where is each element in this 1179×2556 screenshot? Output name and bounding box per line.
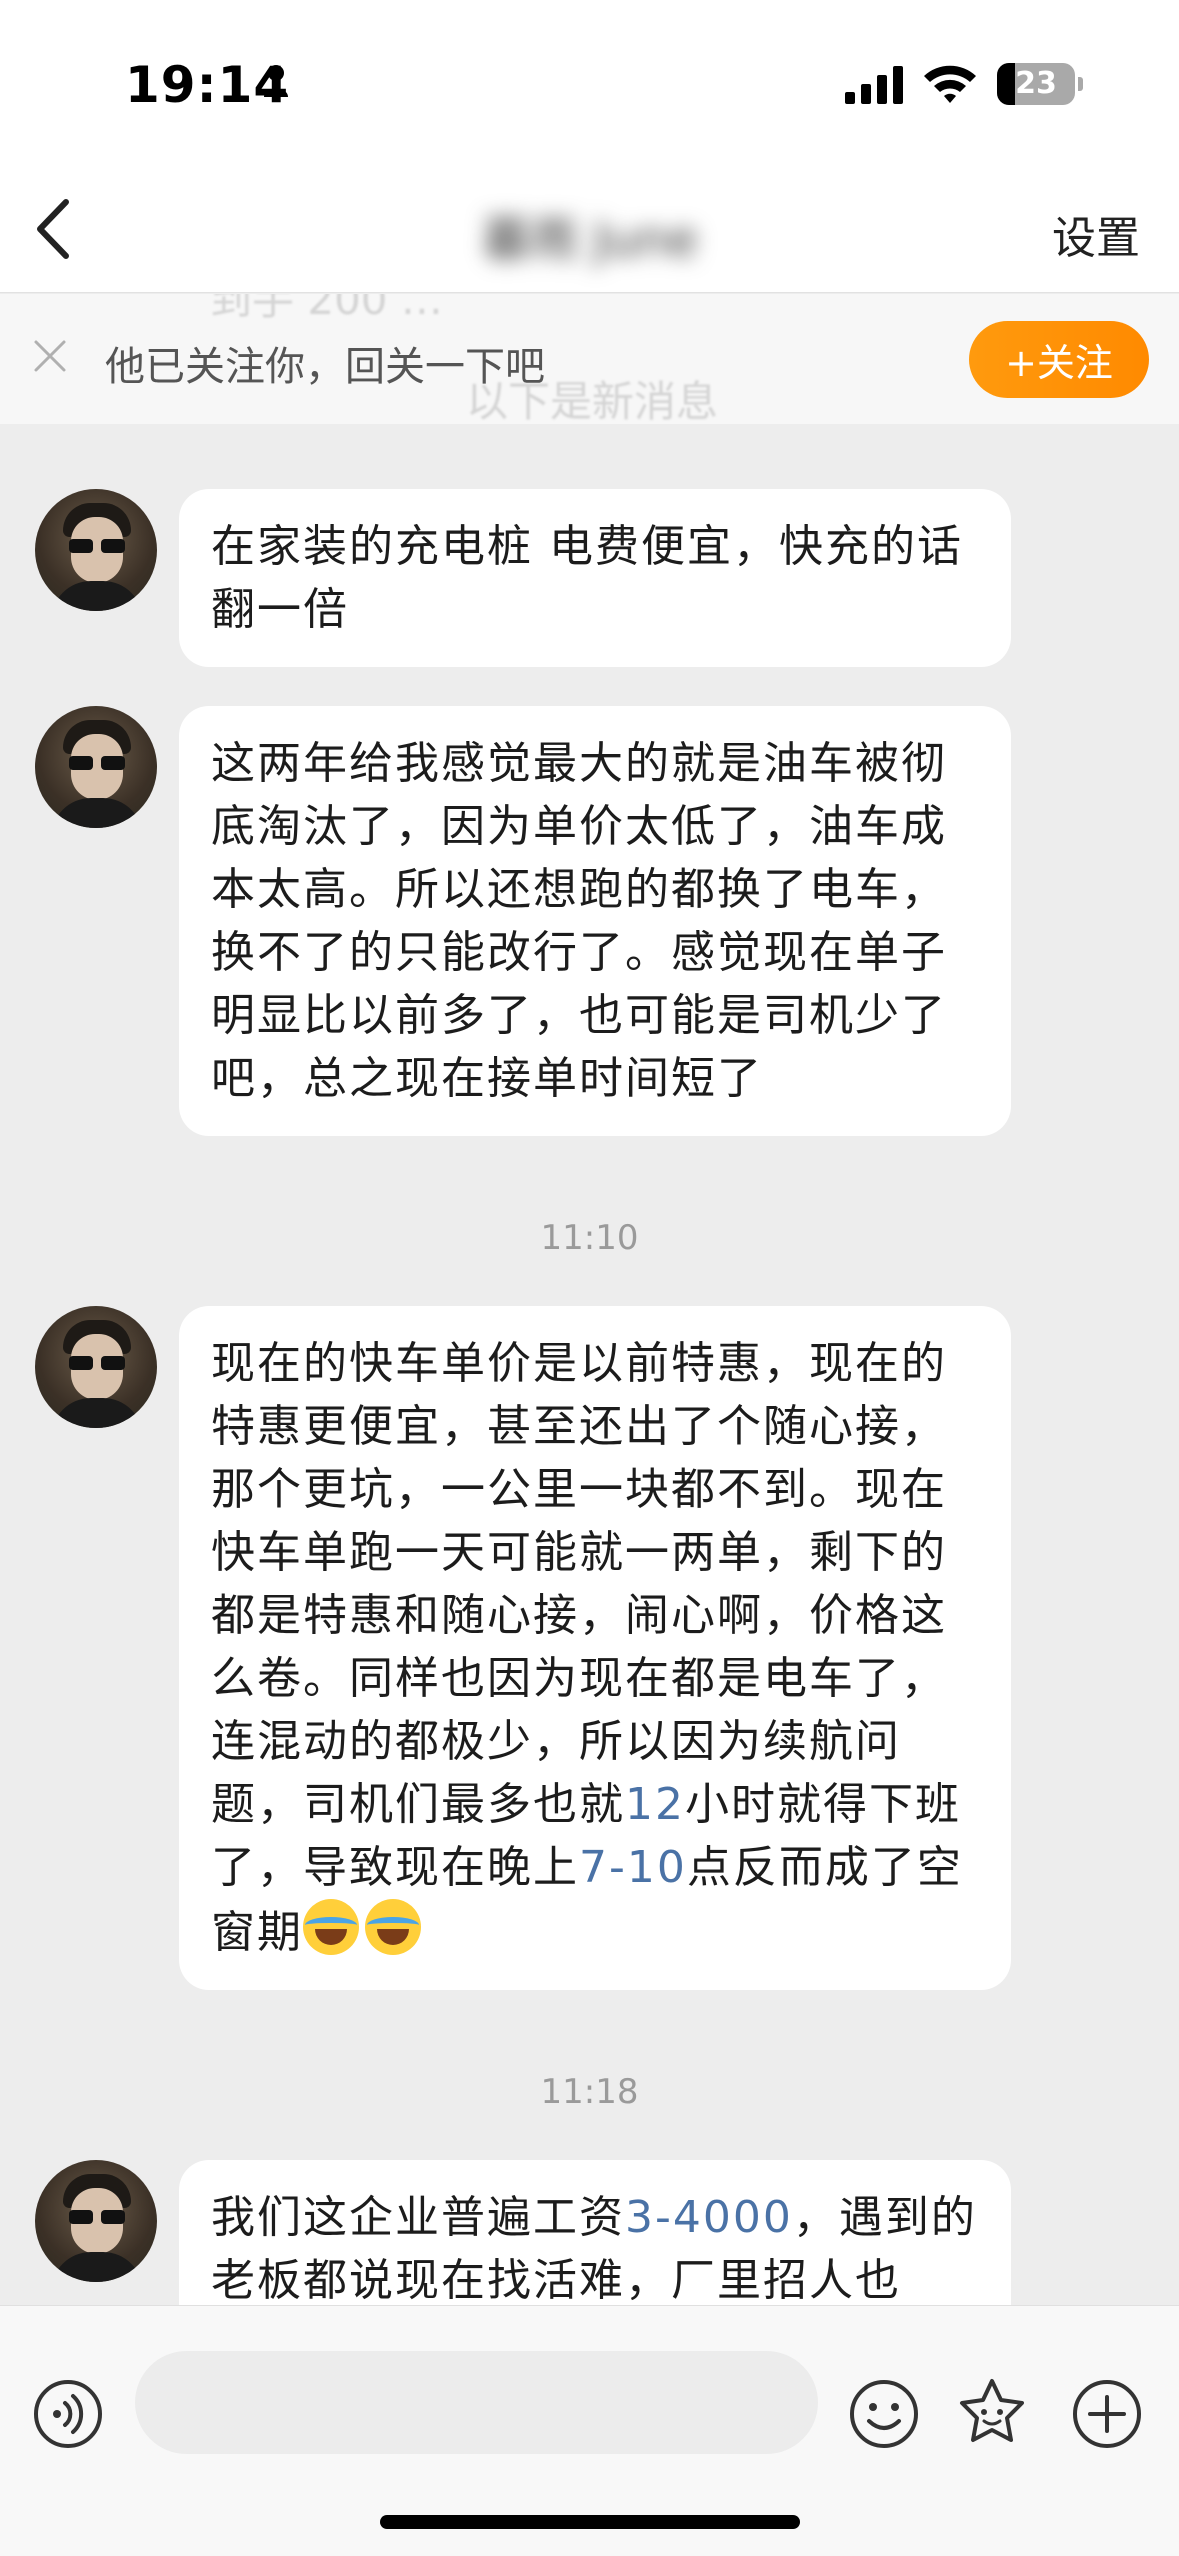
number-link[interactable]: 3-4000 — [625, 2192, 793, 2243]
sticker-icon[interactable] — [955, 2376, 1029, 2450]
follow-prompt-text: 他已关注你，回关一下吧 — [105, 344, 545, 390]
message-bubble[interactable]: 在家装的充电桩 电费便宜，快充的话翻一倍 — [179, 489, 1011, 667]
avatar[interactable] — [35, 1306, 157, 1428]
crying-laughing-emoji-icon — [303, 1899, 359, 1955]
cellular-signal-icon — [845, 66, 903, 104]
settings-button[interactable]: 设置 — [1052, 202, 1140, 266]
message-text: 我们这企业普遍工资 — [211, 2192, 625, 2243]
follow-banner: 到手 200 … 以下是新消息 他已关注你，回关一下吧 +关注 — [0, 294, 1179, 424]
voice-input-icon[interactable] — [33, 2379, 103, 2449]
number-link[interactable]: 12 — [625, 1779, 685, 1830]
back-chevron-icon[interactable] — [30, 196, 74, 262]
avatar[interactable] — [35, 2160, 157, 2282]
overlapped-preview-text: 到手 200 … — [210, 294, 443, 324]
nav-bar: 暮雨 June 设置 — [0, 170, 1179, 290]
close-icon[interactable] — [32, 338, 68, 374]
plus-icon[interactable] — [1072, 2379, 1142, 2449]
crying-laughing-emoji-icon — [365, 1899, 421, 1955]
message-bubble[interactable]: 现在的快车单价是以前特惠，现在的特惠更便宜，甚至还出了个随心接，那个更坑，一公里… — [179, 1306, 1011, 1990]
message-text: 现在的快车单价是以前特惠，现在的特惠更便宜，甚至还出了个随心接，那个更坑，一公里… — [211, 1338, 947, 1830]
battery-level: 23 — [1015, 66, 1057, 101]
message-timestamp: 11:10 — [540, 1218, 639, 1258]
person-icon — [264, 65, 288, 97]
wifi-icon — [924, 65, 976, 103]
message-timestamp: 11:18 — [540, 2072, 639, 2112]
message-text: 在家装的充电桩 电费便宜，快充的话翻一倍 — [211, 521, 963, 635]
top-bar: 19:14 23 暮雨 June 设置 — [0, 0, 1179, 293]
message-text: 这两年给我感觉最大的就是油车被彻底淘汰了，因为单价太低了，油车成本太高。所以还想… — [211, 738, 947, 1104]
battery-tip — [1078, 77, 1083, 91]
follow-button[interactable]: +关注 — [969, 321, 1149, 398]
status-bar: 19:14 23 — [0, 0, 1179, 150]
number-link[interactable]: 7-10 — [579, 1842, 687, 1893]
avatar[interactable] — [35, 489, 157, 611]
message-bubble[interactable]: 这两年给我感觉最大的就是油车被彻底淘汰了，因为单价太低了，油车成本太高。所以还想… — [179, 706, 1011, 1136]
avatar[interactable] — [35, 706, 157, 828]
message-input[interactable] — [135, 2351, 818, 2454]
chat-title: 暮雨 June — [482, 212, 698, 268]
home-indicator[interactable] — [380, 2515, 800, 2529]
battery-icon: 23 — [997, 63, 1075, 105]
emoji-icon[interactable] — [849, 2379, 919, 2449]
